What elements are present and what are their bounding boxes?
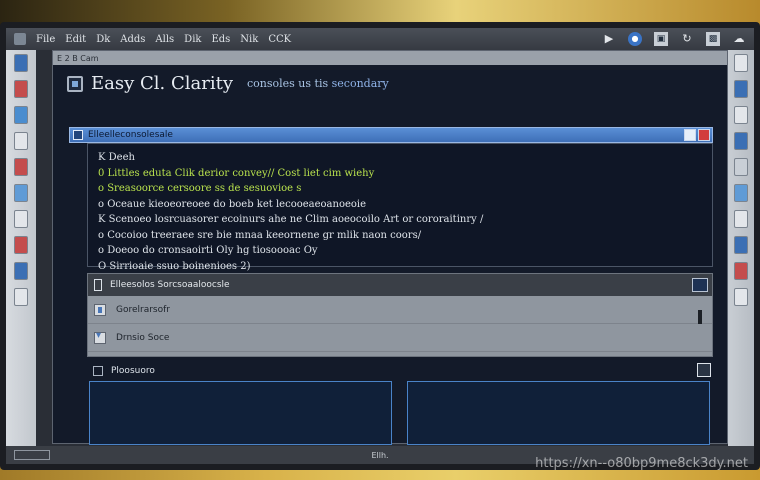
maximize-button[interactable] [684,129,696,141]
console-line: o Oceaue kieoeoreoee do boeb ket lecooea… [98,198,367,210]
system-tray: ▶ ● ▣ ↻ ▩ ☁ [602,32,746,46]
download-icon [94,330,106,344]
console-line: O Sirrioaie ssuo boinenioes 2) [98,260,251,272]
window-chrome-bar[interactable]: E 2 B Cam [53,51,727,65]
app-title: Easy Cl. Clarity [91,73,233,94]
menu-item-9[interactable]: CCK [268,34,291,45]
right-dock-icon-5[interactable] [734,158,748,176]
window-icon[interactable]: ▣ [654,32,668,46]
dock-app-icon-10[interactable] [14,288,28,306]
console-line: o Cocoioo treeraee sre bie mnaa keeornen… [98,229,422,241]
menu-item-5[interactable]: Alls [155,34,174,45]
right-dock-icon-7[interactable] [734,210,748,228]
expand-icon[interactable] [697,363,711,377]
cloud-icon[interactable]: ☁ [732,32,746,46]
dock-app-icon-2[interactable] [14,80,28,98]
menu-item-3[interactable]: Dk [96,34,110,45]
command-window-title: Elleelleconsolesale [88,130,173,140]
app-logo-icon [67,75,83,92]
window-header: Easy Cl. Clarity consoles us tis seconda… [67,73,389,94]
menu-item-8[interactable]: Nik [240,34,258,45]
right-dock-icon-1[interactable] [734,54,748,72]
list-item[interactable]: Gorelrarsofr [88,296,712,324]
menu-item-4[interactable]: Adds [120,34,145,45]
globe-icon[interactable]: ● [628,32,642,46]
dock-app-icon-7[interactable] [14,210,28,228]
menu-edit[interactable]: Edit [65,34,86,45]
right-dock-icon-9[interactable] [734,262,748,280]
command-window-titlebar[interactable]: Elleelleconsolesale [69,127,713,143]
document-icon [94,303,106,316]
file-icon [94,279,102,291]
bottom-panel-header: Ploosuoro [87,363,713,379]
right-dock-icon-2[interactable] [734,80,748,98]
monitor-screen: File Edit Dk Adds Alls Dik Eds Nik CCK ▶… [6,28,754,464]
play-icon[interactable]: ▶ [602,32,616,46]
app-subtitle: consoles us tis secondary [247,77,389,90]
left-dock [6,50,36,464]
watermark-url: https://xn--o80bp9me8ck3dy.net [535,456,748,471]
menu-file[interactable]: File [36,34,55,45]
dock-app-icon-4[interactable] [14,132,28,150]
console-line: K Scenoeo losrcuasorer ecoinurs ahe ne C… [98,214,484,225]
dock-app-icon-1[interactable] [14,54,28,72]
main-app-window: E 2 B Cam Easy Cl. Clarity consoles us t… [52,50,728,445]
refresh-icon[interactable]: ↻ [680,32,694,46]
left-output-pane[interactable] [89,381,392,445]
list-item-label: Drnsio Soce [116,332,170,343]
console-line: K Deeh [98,152,135,163]
right-dock-icon-10[interactable] [734,288,748,306]
menu-item-6[interactable]: Dik [184,34,201,45]
right-dock-icon-4[interactable] [734,132,748,150]
dock-app-icon-8[interactable] [14,236,28,254]
right-dock-icon-6[interactable] [734,184,748,202]
console-line: 0 Littles eduta Clik derior convey// Cos… [98,167,375,179]
scrollbar-thumb[interactable] [698,310,702,324]
window-controls [684,129,710,141]
panel-icon [93,366,103,376]
dock-app-icon-6[interactable] [14,184,28,202]
right-dock-icon-8[interactable] [734,236,748,254]
app-subtitle-link[interactable]: secondary [332,77,389,90]
command-window-icon [73,130,83,140]
file-list-title: Elleesolos Sorcsoaaloocsle [110,280,230,290]
bottom-panel-title: Ploosuoro [111,366,155,376]
console-line: o Doeoo do cronsaoirti Oly hg tiosoooac … [98,245,318,256]
right-dock-icon-3[interactable] [734,106,748,124]
right-output-pane[interactable] [407,381,710,445]
close-button[interactable] [698,129,710,141]
status-text: Ellh. [371,450,389,460]
list-item-label: Gorelrarsofr [116,304,170,315]
display-icon[interactable]: ▩ [706,32,720,46]
top-taskbar: File Edit Dk Adds Alls Dik Eds Nik CCK ▶… [6,28,754,50]
right-dock [728,50,754,464]
console-line: o Sreasoorce cersoore ss de sesuovioe s [98,183,302,194]
dock-app-icon-3[interactable] [14,106,28,124]
list-item[interactable]: Drnsio Soce [88,324,712,352]
start-icon[interactable] [14,33,26,45]
file-list-panel: Elleesolos Sorcsoaaloocsle Gorelrarsofr … [87,273,713,357]
status-left-box[interactable] [14,450,50,460]
menu-item-7[interactable]: Eds [211,34,230,45]
app-subtitle-text: consoles us tis [247,77,329,90]
dock-app-icon-5[interactable] [14,158,28,176]
dock-app-icon-9[interactable] [14,262,28,280]
file-list-header: Elleesolos Sorcsoaaloocsle [88,274,712,296]
panel-toggle-icon[interactable] [692,278,708,292]
console-output: K Deeh 0 Littles eduta Clik derior conve… [87,143,713,272]
